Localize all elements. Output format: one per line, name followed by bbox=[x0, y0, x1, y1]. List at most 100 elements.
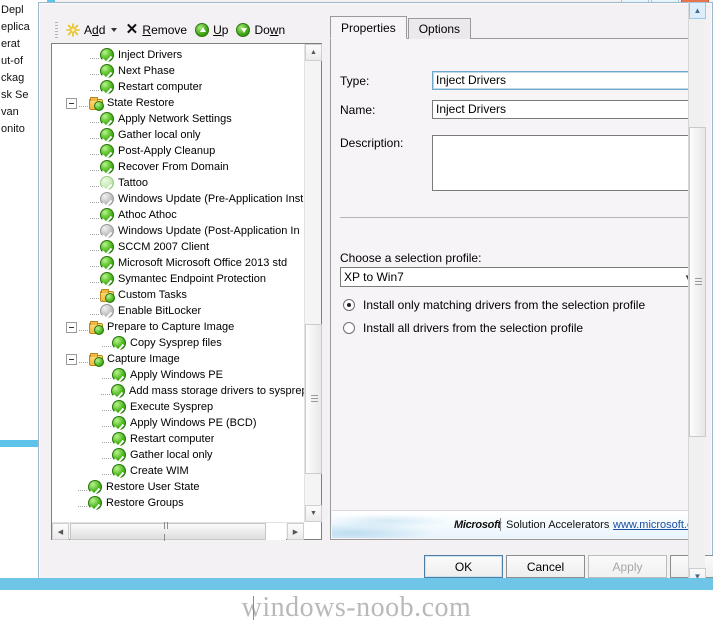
branding-bar: Microsoft Solution Accelerators www.micr… bbox=[332, 510, 703, 538]
scroll-left-button[interactable]: ◀ bbox=[52, 523, 69, 540]
tree-item[interactable]: Windows Update (Post-Application In bbox=[52, 223, 304, 239]
tree-item[interactable]: Copy Sysprep files bbox=[52, 335, 304, 351]
add-button[interactable]: Add bbox=[63, 21, 122, 39]
move-down-button[interactable]: Down bbox=[233, 21, 290, 39]
tree-item[interactable]: Apply Network Settings bbox=[52, 111, 304, 127]
tree-horizontal-scrollbar[interactable]: ◀ ▶ bbox=[52, 521, 304, 541]
chevron-down-icon[interactable] bbox=[111, 28, 118, 32]
name-input[interactable]: Inject Drivers bbox=[432, 100, 697, 119]
scroll-up-button[interactable]: ▲ bbox=[305, 44, 322, 61]
tree-item-label: Symantec Endpoint Protection bbox=[118, 273, 266, 285]
screen-root: Depl eplica erat ut-of ckag sk Se van on… bbox=[0, 0, 713, 626]
cancel-button[interactable]: Cancel bbox=[506, 555, 585, 578]
tree-item[interactable]: Microsoft Microsoft Office 2013 std bbox=[52, 255, 304, 271]
type-field-row: Type: Inject Drivers bbox=[340, 71, 697, 90]
folder-group-icon bbox=[100, 288, 115, 303]
check-circle-icon bbox=[100, 256, 114, 270]
right-panel: Properties Options Type: Inject Drivers … bbox=[330, 16, 705, 540]
radio-install-all[interactable]: Install all drivers from the selection p… bbox=[343, 321, 583, 335]
tree-item[interactable]: Gather local only bbox=[52, 447, 304, 463]
tree-item-label: Windows Update (Pre-Application Inst bbox=[118, 193, 304, 205]
tree-item[interactable]: Restore User State bbox=[52, 479, 304, 495]
tree-item[interactable]: Windows Update (Pre-Application Inst bbox=[52, 191, 304, 207]
task-sequence-properties-dialog: Add ✕ Remove Up Down Inject Drivers Next… bbox=[38, 2, 713, 585]
tree-item[interactable]: Enable BitLocker bbox=[52, 303, 304, 319]
dialog-scroll-up-button[interactable]: ▲ bbox=[689, 2, 706, 19]
scrollbar-grip-icon bbox=[164, 520, 172, 544]
tree-item[interactable]: Custom Tasks bbox=[52, 287, 304, 303]
move-up-button[interactable]: Up bbox=[192, 21, 233, 39]
tree-item-label: Post-Apply Cleanup bbox=[118, 145, 216, 157]
collapse-icon[interactable] bbox=[66, 97, 77, 109]
remove-button[interactable]: ✕ Remove bbox=[122, 21, 192, 39]
vertical-scrollbar-thumb[interactable] bbox=[305, 324, 322, 474]
horizontal-scrollbar-track[interactable] bbox=[266, 523, 286, 540]
apply-button[interactable]: Apply bbox=[588, 555, 667, 578]
tree-connector bbox=[102, 467, 112, 475]
folder-group-icon bbox=[89, 352, 104, 367]
tree-vertical-scrollbar[interactable]: ▲ ▼ bbox=[304, 44, 322, 522]
tree-connector bbox=[90, 227, 100, 235]
collapse-icon[interactable] bbox=[66, 321, 77, 333]
tree-connector bbox=[102, 419, 112, 427]
ok-button[interactable]: OK bbox=[424, 555, 503, 578]
check-circle-icon bbox=[112, 336, 126, 350]
task-sequence-tree[interactable]: Inject Drivers Next Phase Restart computer… bbox=[51, 43, 322, 541]
radio-button-matching[interactable] bbox=[343, 299, 355, 311]
selection-profile-dropdown[interactable]: XP to Win7 ▼ bbox=[340, 267, 697, 287]
tree-item[interactable]: Recover From Domain bbox=[52, 159, 304, 175]
horizontal-scrollbar-thumb[interactable] bbox=[70, 521, 266, 541]
check-circle-icon bbox=[100, 48, 114, 62]
tree-item[interactable]: Capture Image bbox=[52, 351, 304, 367]
tree-item[interactable]: SCCM 2007 Client bbox=[52, 239, 304, 255]
tree-item[interactable]: Restore Groups bbox=[52, 495, 304, 511]
tab-strip: Properties Options bbox=[330, 16, 705, 39]
tree-item[interactable]: Prepare to Capture Image bbox=[52, 319, 304, 335]
radio-install-matching[interactable]: Install only matching drivers from the s… bbox=[343, 298, 645, 312]
tree-item[interactable]: Gather local only bbox=[52, 127, 304, 143]
tree-item-label: Microsoft Microsoft Office 2013 std bbox=[118, 257, 288, 269]
tree-item[interactable]: Apply Windows PE bbox=[52, 367, 304, 383]
tree-item[interactable]: Add mass storage drivers to sysprep bbox=[52, 383, 304, 399]
check-circle-icon bbox=[112, 432, 126, 446]
toolbar-grip[interactable] bbox=[55, 22, 58, 38]
tree-item[interactable]: Inject Drivers bbox=[52, 47, 304, 63]
tree-item[interactable]: Execute Sysprep bbox=[52, 399, 304, 415]
tree-item-label: Recover From Domain bbox=[118, 161, 229, 173]
type-input[interactable]: Inject Drivers bbox=[432, 71, 697, 90]
selection-profile-label: Choose a selection profile: bbox=[340, 251, 482, 265]
tree-connector bbox=[90, 83, 100, 91]
tree-item[interactable]: Create WIM bbox=[52, 463, 304, 479]
tree-item[interactable]: Symantec Endpoint Protection bbox=[52, 271, 304, 287]
tree-item[interactable]: Next Phase bbox=[52, 63, 304, 79]
description-textarea[interactable] bbox=[432, 135, 697, 191]
tree-connector bbox=[102, 435, 112, 443]
scroll-right-button[interactable]: ▶ bbox=[287, 523, 304, 540]
properties-tab-page: Type: Inject Drivers Name: Inject Driver… bbox=[330, 39, 705, 540]
tree-item[interactable]: Restart computer bbox=[52, 431, 304, 447]
dialog-vertical-scrollbar[interactable]: ▲ ▼ bbox=[688, 2, 706, 585]
tree-connector bbox=[90, 147, 100, 155]
tree-item-label: Tattoo bbox=[118, 177, 148, 189]
tree-item[interactable]: State Restore bbox=[52, 95, 304, 111]
check-circle-icon bbox=[111, 384, 126, 398]
check-circle-icon bbox=[100, 176, 114, 190]
tree-connector bbox=[90, 211, 100, 219]
check-circle-icon bbox=[100, 272, 114, 286]
radio-button-all[interactable] bbox=[343, 322, 355, 334]
tab-properties[interactable]: Properties bbox=[330, 16, 407, 39]
tree-item[interactable]: Athoc Athoc bbox=[52, 207, 304, 223]
tree-connector bbox=[90, 307, 100, 315]
tree-item[interactable]: Restart computer bbox=[52, 79, 304, 95]
tree-item-label: Apply Network Settings bbox=[118, 113, 232, 125]
dialog-scrollbar-thumb[interactable] bbox=[689, 127, 706, 437]
tab-options[interactable]: Options bbox=[407, 18, 472, 39]
tree-item[interactable]: Post-Apply Cleanup bbox=[52, 143, 304, 159]
collapse-icon[interactable] bbox=[66, 353, 77, 365]
tree-item[interactable]: Tattoo bbox=[52, 175, 304, 191]
tree-connector bbox=[90, 243, 100, 251]
tree-item-label: Gather local only bbox=[130, 449, 213, 461]
tree-item[interactable]: Apply Windows PE (BCD) bbox=[52, 415, 304, 431]
tree-connector bbox=[79, 355, 89, 363]
scroll-down-button[interactable]: ▼ bbox=[305, 505, 322, 522]
